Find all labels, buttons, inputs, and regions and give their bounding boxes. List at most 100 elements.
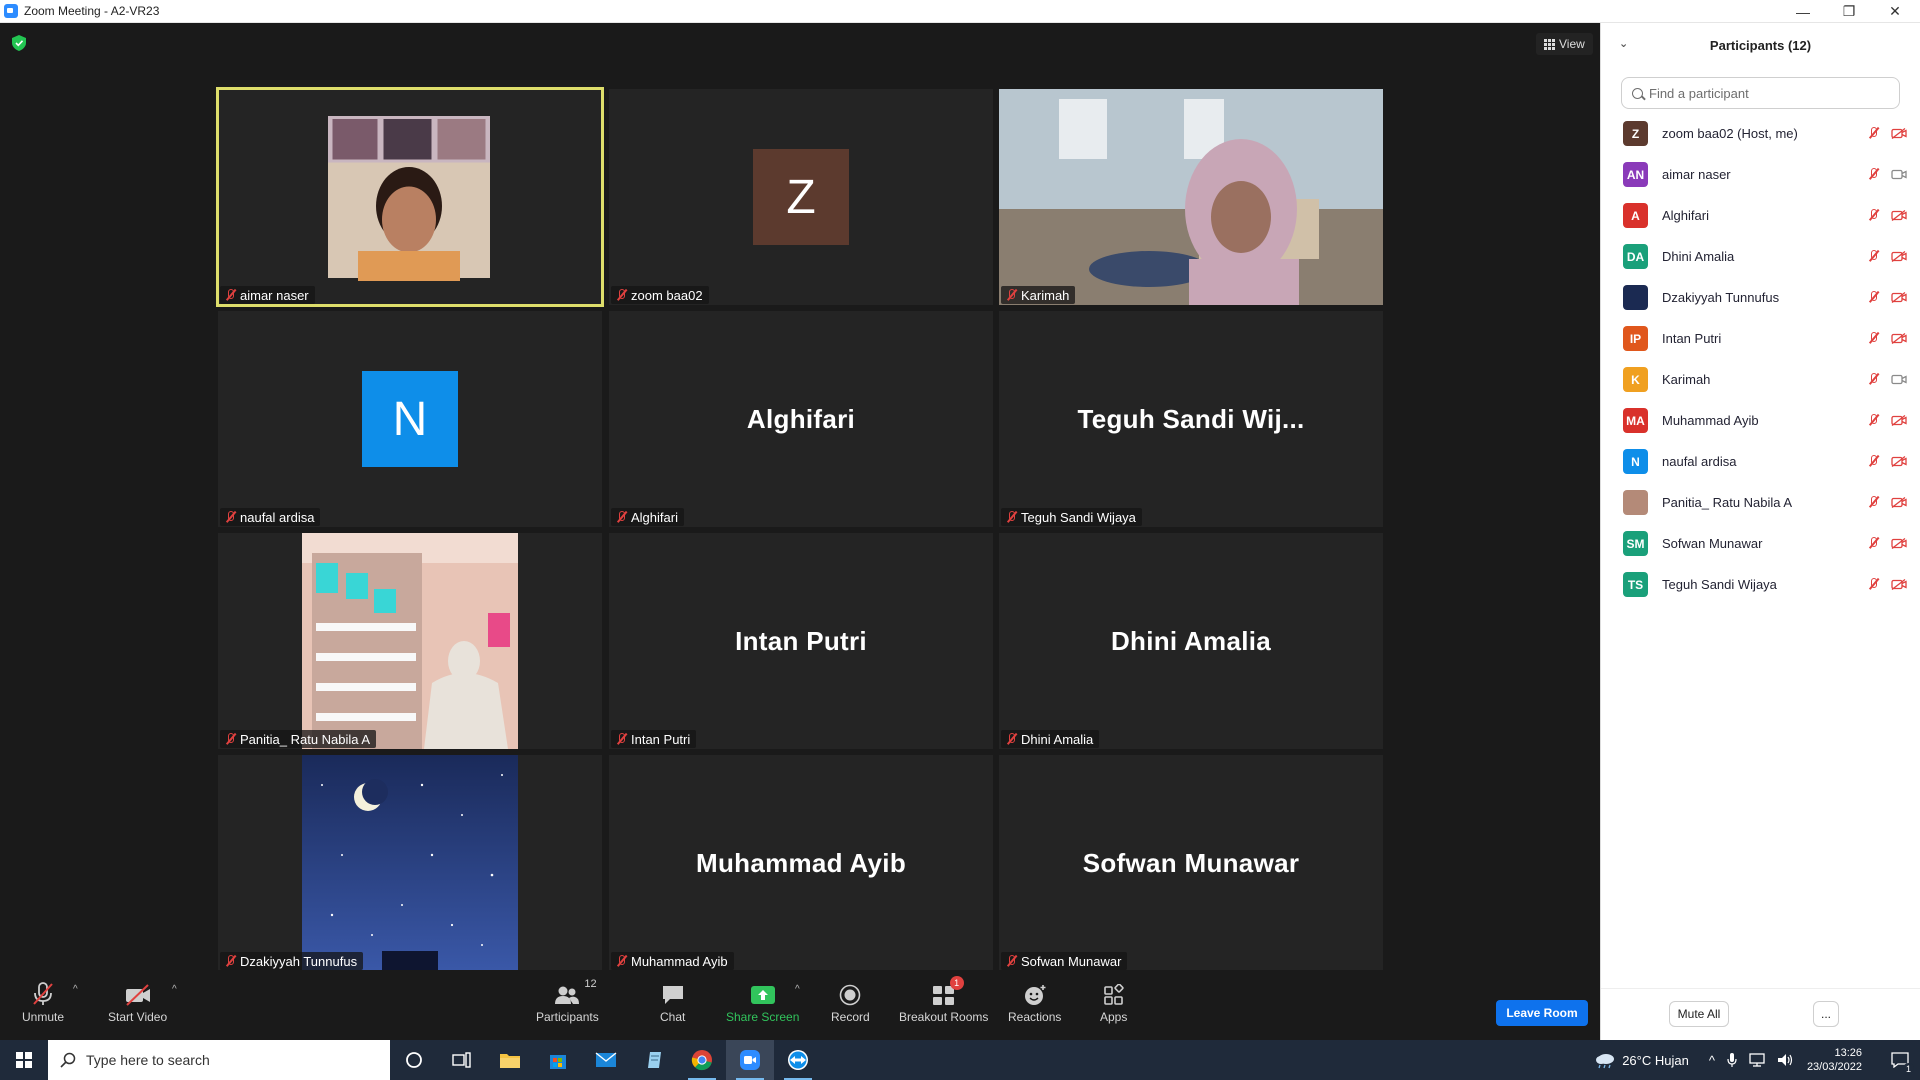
taskbar-search-box[interactable]: Type here to search xyxy=(48,1040,390,1080)
video-on-icon[interactable] xyxy=(1891,169,1907,180)
participant-list-item[interactable]: MA Muhammad Ayib xyxy=(1601,400,1920,441)
weather-rain-icon[interactable] xyxy=(1594,1051,1616,1069)
taskbar-file-explorer[interactable] xyxy=(486,1040,534,1080)
taskbar-mail[interactable] xyxy=(582,1040,630,1080)
action-center-button[interactable]: 1 xyxy=(1880,1040,1920,1080)
audio-options-caret[interactable]: ^ xyxy=(73,984,78,995)
muted-mic-icon[interactable] xyxy=(1867,209,1879,221)
taskbar-chrome[interactable] xyxy=(678,1040,726,1080)
more-options-button[interactable]: ... xyxy=(1813,1001,1839,1027)
participant-name: Teguh Sandi Wijaya xyxy=(1021,509,1136,525)
video-off-icon[interactable] xyxy=(1891,538,1907,549)
participant-list-item[interactable]: IP Intan Putri xyxy=(1601,318,1920,359)
video-off-icon[interactable] xyxy=(1891,292,1907,303)
video-tile-teguh-sandi-wijaya[interactable]: Teguh Sandi Wij... Teguh Sandi Wijaya xyxy=(999,311,1383,527)
muted-mic-icon[interactable] xyxy=(1867,578,1879,590)
video-tile-sofwan-munawar[interactable]: Sofwan Munawar Sofwan Munawar xyxy=(999,755,1383,971)
encryption-shield-icon[interactable] xyxy=(12,35,26,51)
video-off-icon[interactable] xyxy=(1891,579,1907,590)
muted-mic-icon[interactable] xyxy=(1867,455,1879,467)
video-off-icon[interactable] xyxy=(1891,415,1907,426)
video-off-icon[interactable] xyxy=(1891,497,1907,508)
collapse-chevron-icon[interactable]: ⌄ xyxy=(1619,37,1628,50)
participant-search-input[interactable] xyxy=(1649,85,1889,101)
restore-button[interactable]: ❐ xyxy=(1826,0,1872,23)
tray-overflow-chevron-icon[interactable]: ^ xyxy=(1709,1053,1715,1068)
windows-logo-icon xyxy=(16,1052,32,1068)
chat-button[interactable]: Chat xyxy=(660,980,685,1024)
cortana-button[interactable] xyxy=(390,1040,438,1080)
video-tile-karimah[interactable]: Karimah xyxy=(999,89,1383,305)
unmute-button[interactable]: Unmute xyxy=(22,980,64,1024)
mute-all-button[interactable]: Mute All xyxy=(1669,1001,1729,1027)
video-off-icon[interactable] xyxy=(1891,210,1907,221)
muted-mic-icon[interactable] xyxy=(1867,537,1879,549)
video-tile-naufal-ardisa[interactable]: N naufal ardisa xyxy=(218,311,602,527)
taskbar-notepad[interactable] xyxy=(630,1040,678,1080)
muted-mic-icon[interactable] xyxy=(1867,250,1879,262)
microphone-tray-icon[interactable] xyxy=(1727,1052,1737,1068)
video-off-icon[interactable] xyxy=(1891,128,1907,139)
close-button[interactable]: ✕ xyxy=(1872,0,1918,23)
taskbar-teamviewer[interactable] xyxy=(774,1040,822,1080)
share-options-caret[interactable]: ^ xyxy=(795,984,800,995)
leave-room-button[interactable]: Leave Room xyxy=(1496,1000,1588,1026)
video-options-caret[interactable]: ^ xyxy=(172,984,177,995)
muted-mic-icon[interactable] xyxy=(1867,168,1879,180)
participant-list-item[interactable]: AN aimar naser xyxy=(1601,154,1920,195)
participants-button[interactable]: 12 Participants xyxy=(536,978,599,1024)
participant-nametag: Panitia_ Ratu Nabila A xyxy=(220,730,377,748)
chat-label: Chat xyxy=(660,1010,686,1024)
video-tile-dhini-amalia[interactable]: Dhini Amalia Dhini Amalia xyxy=(999,533,1383,749)
task-view-icon xyxy=(452,1052,471,1068)
record-button[interactable]: Record xyxy=(831,980,870,1024)
start-button[interactable] xyxy=(0,1040,48,1080)
participant-list-item[interactable]: Dzakiyyah Tunnufus xyxy=(1601,277,1920,318)
video-tile-intan-putri[interactable]: Intan Putri Intan Putri xyxy=(609,533,993,749)
minimize-button[interactable]: — xyxy=(1780,0,1826,23)
participant-list-item[interactable]: Nnaufal ardisa xyxy=(1601,441,1920,482)
video-tile-dzakiyyah-tunnufus[interactable]: Dzakiyyah Tunnufus xyxy=(218,755,602,971)
participant-list-item[interactable]: Zzoom baa02 (Host, me) xyxy=(1601,113,1920,154)
video-tile-muhammad-ayib[interactable]: Muhammad Ayib Muhammad Ayib xyxy=(609,755,993,971)
volume-icon[interactable] xyxy=(1777,1053,1795,1067)
apps-button[interactable]: Apps xyxy=(1100,980,1127,1024)
muted-mic-icon xyxy=(615,511,627,523)
muted-mic-icon[interactable] xyxy=(1867,414,1879,426)
muted-mic-icon xyxy=(224,511,236,523)
muted-mic-icon[interactable] xyxy=(1867,373,1879,385)
video-tile-zoom-baa02[interactable]: Z zoom baa02 xyxy=(609,89,993,305)
start-video-button[interactable]: Start Video xyxy=(108,980,167,1024)
video-tile-aimar-naser[interactable]: aimar naser xyxy=(216,87,604,307)
participant-list-item[interactable]: TS Teguh Sandi Wijaya xyxy=(1601,564,1920,605)
participant-list-item[interactable]: K Karimah xyxy=(1601,359,1920,400)
participant-list-item[interactable]: DA Dhini Amalia xyxy=(1601,236,1920,277)
participant-list-item[interactable]: SM Sofwan Munawar xyxy=(1601,523,1920,564)
participant-display-name: Intan Putri xyxy=(735,625,867,656)
muted-mic-icon[interactable] xyxy=(1867,496,1879,508)
participant-search-box[interactable] xyxy=(1621,77,1900,109)
participant-list-item[interactable]: A Alghifari xyxy=(1601,195,1920,236)
network-icon[interactable] xyxy=(1749,1053,1767,1067)
video-on-icon[interactable] xyxy=(1891,374,1907,385)
video-off-icon[interactable] xyxy=(1891,333,1907,344)
video-off-icon[interactable] xyxy=(1891,251,1907,262)
view-button[interactable]: View xyxy=(1536,33,1593,55)
video-tile-alghifari[interactable]: Alghifari Alghifari xyxy=(609,311,993,527)
breakout-rooms-button[interactable]: 1 Breakout Rooms xyxy=(899,976,988,1024)
taskbar-store[interactable] xyxy=(534,1040,582,1080)
participant-avatar: TS xyxy=(1623,572,1648,597)
taskbar-clock[interactable]: 13:26 23/03/2022 xyxy=(1807,1046,1862,1074)
share-screen-button[interactable]: Share Screen xyxy=(726,980,799,1024)
muted-mic-icon[interactable] xyxy=(1867,332,1879,344)
participant-list-item[interactable]: Panitia_ Ratu Nabila A xyxy=(1601,482,1920,523)
task-view-button[interactable] xyxy=(438,1040,486,1080)
taskbar-zoom[interactable] xyxy=(726,1040,774,1080)
video-off-icon[interactable] xyxy=(1891,456,1907,467)
muted-mic-icon[interactable] xyxy=(1867,127,1879,139)
participant-avatar: Z xyxy=(1623,121,1648,146)
weather-text[interactable]: 26°C Hujan xyxy=(1622,1053,1689,1068)
muted-mic-icon[interactable] xyxy=(1867,291,1879,303)
reactions-button[interactable]: Reactions xyxy=(1008,980,1061,1024)
video-tile-panitia-ratu-nabila[interactable]: Panitia_ Ratu Nabila A xyxy=(218,533,602,749)
